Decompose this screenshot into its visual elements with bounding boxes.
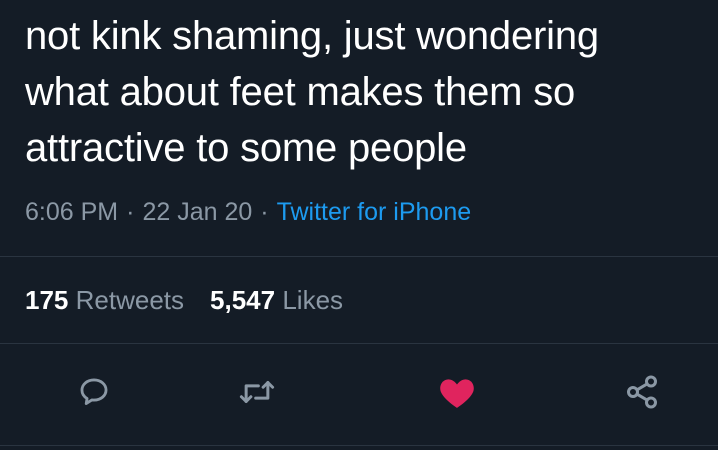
meta-separator-2: · [260, 198, 269, 226]
tweet-source-link[interactable]: Twitter for iPhone [277, 198, 472, 226]
likes-label: Likes [282, 285, 344, 315]
retweet-button[interactable] [235, 370, 279, 414]
tweet-text: not kink shaming, just wondering what ab… [25, 8, 705, 176]
likes-stat[interactable]: 5,547 Likes [210, 285, 343, 315]
tweet-stats: 175 Retweets 5,547 Likes [25, 283, 343, 317]
retweets-stat[interactable]: 175 Retweets [25, 285, 184, 315]
tweet-text-line-1: not kink shaming, just wondering [25, 14, 599, 58]
divider [0, 343, 718, 344]
share-nodes-icon [624, 374, 660, 410]
likes-count: 5,547 [210, 285, 276, 315]
tweet-actions [0, 370, 718, 420]
retweets-count: 175 [25, 285, 69, 315]
reply-bubble-icon [77, 375, 111, 409]
divider [0, 445, 718, 446]
heart-icon [438, 374, 476, 410]
meta-separator: · [126, 198, 135, 226]
retweet-arrows-icon [238, 375, 276, 409]
retweets-label: Retweets [75, 285, 185, 315]
reply-button[interactable] [72, 370, 116, 414]
tweet-detail: not kink shaming, just wondering what ab… [0, 0, 718, 450]
tweet-meta: 6:06 PM · 22 Jan 20 · Twitter for iPhone [25, 196, 471, 228]
divider [0, 256, 718, 257]
like-button[interactable] [435, 370, 479, 414]
tweet-text-line-3: attractive to some people [25, 126, 467, 170]
share-button[interactable] [620, 370, 664, 414]
tweet-text-line-2: what about feet makes them so [25, 70, 576, 114]
tweet-date[interactable]: 22 Jan 20 [142, 198, 252, 226]
tweet-time[interactable]: 6:06 PM [25, 198, 118, 226]
